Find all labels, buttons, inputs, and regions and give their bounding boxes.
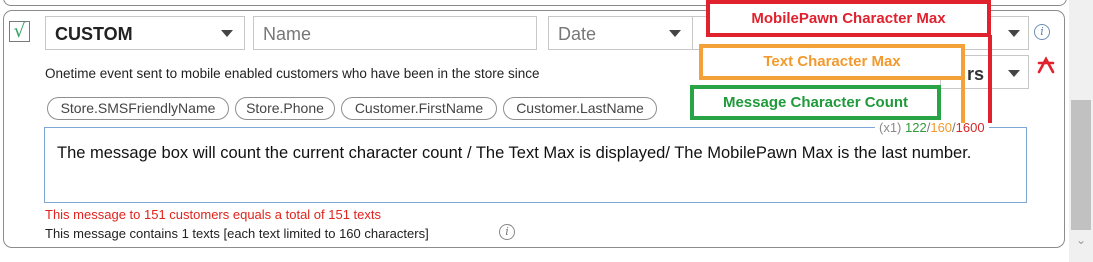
counter-mobilepawn-max: 1600 [955,120,985,135]
tag-customer-last-name[interactable]: Customer.LastName [503,97,657,120]
info-icon[interactable]: i [499,224,515,240]
character-counter: (x1) 122/160/1600 [875,120,989,135]
tag-customer-first-name[interactable]: Customer.FirstName [341,97,497,120]
texts-total-warning: This message to 151 customers equals a t… [45,207,382,222]
date-placeholder: Date [558,24,597,44]
message-text: The message box will count the current c… [57,144,972,162]
mobilepawn-max-leader [988,35,992,123]
message-count-callout: Message Character Count [690,85,941,120]
tag-store-sms-friendly-name[interactable]: Store.SMSFriendlyName [47,97,229,120]
date-select[interactable]: Date [548,16,693,50]
name-placeholder: Name [263,24,312,44]
text-max-callout: Text Character Max [699,44,965,80]
counter-multiplier: (x1) [879,120,902,135]
tag-store-phone[interactable]: Store.Phone [235,97,335,120]
counter-char-count: 122 [905,120,927,135]
secondary-select-value: rs [967,64,985,84]
event-description: Onetime event sent to mobile enabled cus… [45,66,540,81]
chevron-down-icon [1008,70,1020,77]
chevron-down-icon [221,30,233,37]
message-textarea[interactable]: The message box will count the current c… [44,127,1027,203]
chevron-down-icon [1008,30,1020,37]
text-max-leader [961,78,965,123]
enabled-checkbox[interactable]: √ [9,21,30,42]
checkmark-icon: √ [13,20,26,42]
event-type-select[interactable]: CUSTOM [45,16,245,50]
scroll-down-arrow[interactable]: ⌄ [1073,232,1089,248]
event-type-value: CUSTOM [55,24,133,44]
scrollbar-thumb[interactable] [1071,100,1091,230]
name-input[interactable]: Name [253,16,537,50]
chevron-down-icon [669,30,681,37]
info-icon[interactable]: i [1034,24,1050,40]
remove-icon[interactable] [1036,55,1056,75]
counter-text-max: 160 [930,120,953,135]
texts-info-line: This message contains 1 texts [each text… [45,226,429,241]
mobilepawn-max-callout: MobilePawn Character Max [706,0,991,37]
